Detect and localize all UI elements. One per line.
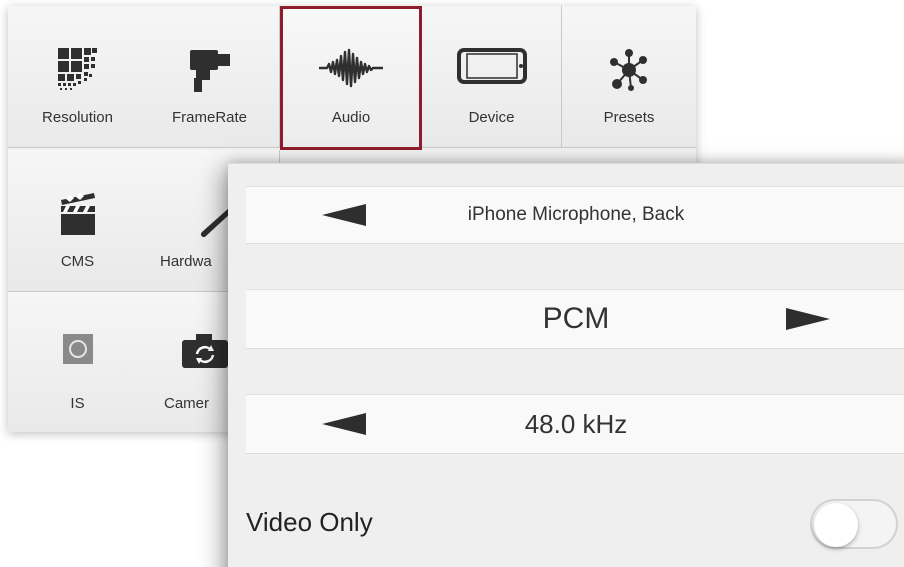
grid-item-label: IS [70,395,85,412]
grid-item-audio[interactable]: Audio [280,6,422,150]
phone-device-icon [456,48,527,89]
grid-item-resolution[interactable]: Resolution [8,6,148,148]
audio-format-selector: PCM [246,289,904,349]
grid-item-framerate[interactable]: FrameRate [140,6,280,148]
toggle-knob [814,503,858,547]
grid-item-label: Device [468,109,515,126]
audio-input-selector: iPhone Microphone, Back [246,186,904,244]
grid-item-label: CMS [60,253,95,270]
grid-item-presets[interactable]: Presets [562,6,696,148]
grid-item-label: Hardwa [160,253,212,270]
clapperboard-icon [60,192,96,241]
grid-item-cms[interactable]: CMS [8,150,148,292]
resolution-grid-icon [57,48,98,95]
video-camera-icon [186,48,234,97]
video-only-label: Video Only [246,507,373,537]
video-only-toggle[interactable] [810,499,898,549]
grid-item-label: Resolution [42,109,113,126]
audio-input-value: iPhone Microphone, Back [467,204,685,225]
next-arrow-icon[interactable] [786,308,830,330]
grid-item-is[interactable]: IS [8,292,148,432]
grid-item-device[interactable]: Device [422,6,562,148]
grid-item-label: FrameRate [171,109,248,126]
audio-settings-panel: iPhone Microphone, Back PCM 48.0 kHz Vid… [228,163,904,567]
camera-switch-icon [182,334,228,373]
grid-item-label: Camer [164,395,210,412]
grid-item-label: Audio [331,109,371,126]
stabilization-square-icon [62,334,93,369]
grid-item-label: Presets [603,109,655,126]
presets-network-icon [607,48,651,97]
audio-waveform-icon [319,48,383,93]
sample-rate-value: 48.0 kHz [524,408,628,439]
app-screen: Resolution FrameRate Audio Device Preset… [0,0,904,567]
sample-rate-selector: 48.0 kHz [246,394,904,454]
